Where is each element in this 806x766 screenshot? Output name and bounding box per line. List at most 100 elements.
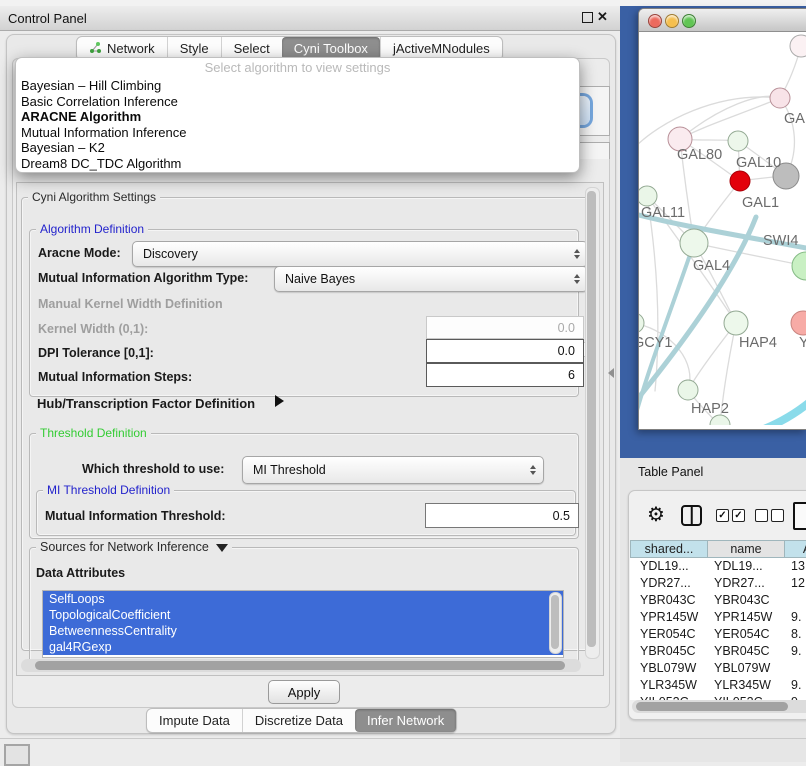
node-label-gal80: GAL80 [677,147,722,163]
attribute-betweennesscentrality[interactable]: BetweennessCentrality [43,623,563,639]
network-node[interactable] [639,313,644,333]
apply-button-label: Apply [288,685,321,700]
network-node[interactable] [730,171,750,191]
algorithm-dropdown-popup: Select algorithm to view settings Bayesi… [15,57,580,173]
gear-icon[interactable]: ⚙ [646,504,666,526]
menu-item-basic-correlation-inference[interactable]: Basic Correlation Inference [16,94,579,110]
table-row[interactable]: YBR045CYBR045C9. [630,643,806,660]
mi-steps-value: 6 [568,368,575,382]
table-cell: YIL052C [708,694,785,700]
checked-box-glyph: ✓ [716,509,729,522]
tab-impute-data[interactable]: Impute Data [147,709,242,732]
network-node[interactable] [724,311,748,335]
table-row[interactable]: YBR043CYBR043C [630,592,806,609]
column-header-shared[interactable]: shared... [630,540,708,558]
zoom-window-button[interactable] [682,14,696,28]
close-window-button[interactable] [648,14,662,28]
network-node[interactable] [791,311,806,335]
table-row[interactable]: YDR27...YDR27...12 [630,575,806,592]
settings-vertical-scrollbar[interactable] [585,187,600,659]
attribute-gal4rgexp[interactable]: gal4RGexp [43,639,563,655]
settings-horizontal-scrollbar[interactable] [21,659,581,672]
attribute-topologicalcoefficient[interactable]: TopologicalCoefficient [43,607,563,623]
float-window-icon[interactable] [582,12,593,23]
table-cell: YBR043C [630,592,708,609]
table-row[interactable]: YDL19...YDL19...13 [630,558,806,575]
table-cell: 9. [785,643,806,660]
menu-item-mutual-information-inference[interactable]: Mutual Information Inference [16,125,579,141]
network-edge[interactable] [680,98,780,139]
table-horizontal-scrollbar[interactable] [632,700,806,713]
scrollbar-thumb[interactable] [551,595,559,649]
data-attributes-list[interactable]: SelfLoopsTopologicalCoefficientBetweenne… [42,590,564,658]
table-row[interactable]: YER054CYER054C8. [630,626,806,643]
network-edge[interactable] [747,401,806,425]
menu-item-aracne-algorithm[interactable]: ARACNE Algorithm [16,109,579,125]
attribute-selfloops[interactable]: SelfLoops [43,591,563,607]
node-label-swi4: SWI4 [763,233,798,249]
network-node[interactable] [680,229,708,257]
mi-algorithm-type-combo[interactable]: Naive Bayes [274,266,588,292]
collapsed-panel-handle[interactable] [4,744,30,766]
algorithm-menu: Bayesian – Hill ClimbingBasic Correlatio… [16,78,579,172]
network-node[interactable] [728,131,748,151]
stepper-arrows-icon[interactable] [530,465,536,475]
tab-infer-network-label: Infer Network [367,713,444,728]
column-header-a[interactable]: A [785,540,806,558]
network-view-window: GALGAL80GAL10GAL1GAL11SWI4GAL4GCY1HAP4YH… [638,8,806,430]
kernel-width-label: Kernel Width (0,1): [38,322,148,336]
show-columns-checked-icon[interactable]: ✓ ✓ [716,509,745,522]
panel-splitter-arrow-icon[interactable] [608,368,614,378]
sources-group-title: Sources for Network Inference [36,540,232,554]
network-graph-canvas[interactable]: GALGAL80GAL10GAL1GAL11SWI4GAL4GCY1HAP4YH… [639,31,806,425]
kernel-width-field[interactable]: 0.0 [426,316,584,339]
hide-columns-unchecked-icon[interactable] [755,509,784,522]
scrollbar-thumb[interactable] [636,702,788,711]
split-view-icon[interactable] [681,505,702,526]
mi-threshold-field[interactable]: 0.5 [425,503,579,528]
mi-threshold-group: MI Threshold Definition Mutual Informati… [36,490,576,536]
new-document-icon[interactable] [793,502,806,530]
network-node[interactable] [639,186,657,206]
network-node[interactable] [790,35,806,57]
menu-item-bayesian-hill-climbing[interactable]: Bayesian – Hill Climbing [16,78,579,94]
tab-discretize-data-label: Discretize Data [255,713,343,728]
close-icon[interactable]: ✕ [597,9,608,25]
mi-steps-field[interactable]: 6 [426,363,584,387]
menu-item-bayesian-k2[interactable]: Bayesian – K2 [16,140,579,156]
mi-threshold-group-title: MI Threshold Definition [43,483,174,497]
sources-collapse-arrow-icon[interactable] [216,544,228,552]
scrollbar-thumb[interactable] [35,661,565,670]
node-label-gal10: GAL10 [736,155,781,171]
network-node[interactable] [770,88,790,108]
table-row[interactable]: YLR345WYLR345W9. [630,677,806,694]
stepper-arrows-icon[interactable] [574,249,580,259]
attribute-list-scrollbar[interactable] [549,592,562,654]
split-box-glyph [681,505,702,526]
scrollbar-thumb[interactable] [587,191,596,647]
dpi-tolerance-field[interactable]: 0.0 [426,339,584,363]
menu-item-dream8-dc-tdc-algorithm[interactable]: Dream8 DC_TDC Algorithm [16,156,579,172]
aracne-mode-combo[interactable]: Discovery [132,241,588,267]
minimize-window-button[interactable] [665,14,679,28]
algorithm-dropdown-placeholder: Select algorithm to view settings [16,58,579,78]
column-header-name[interactable]: name [708,540,785,558]
network-node[interactable] [792,252,806,280]
tab-infer-network[interactable]: Infer Network [355,709,456,732]
tab-discretize-data[interactable]: Discretize Data [242,709,355,732]
apply-button[interactable]: Apply [268,680,340,704]
hub-expand-arrow-icon[interactable] [275,395,284,407]
network-window-titlebar[interactable] [639,9,806,32]
table-row[interactable]: YPR145WYPR145W9. [630,609,806,626]
table-cell: YBR045C [708,643,785,660]
network-edge[interactable] [639,97,780,151]
manual-kernel-width-label: Manual Kernel Width Definition [38,297,223,311]
mi-threshold-value: 0.5 [553,509,570,523]
table-row[interactable]: YIL052CYIL052C9 [630,694,806,700]
sources-title-text: Sources for Network Inference [40,540,209,554]
node-label-gal11: GAL11 [641,205,685,221]
network-node[interactable] [678,380,698,400]
which-threshold-combo[interactable]: MI Threshold [242,456,544,484]
stepper-arrows-icon[interactable] [574,274,580,284]
table-row[interactable]: YBL079WYBL079W [630,660,806,677]
